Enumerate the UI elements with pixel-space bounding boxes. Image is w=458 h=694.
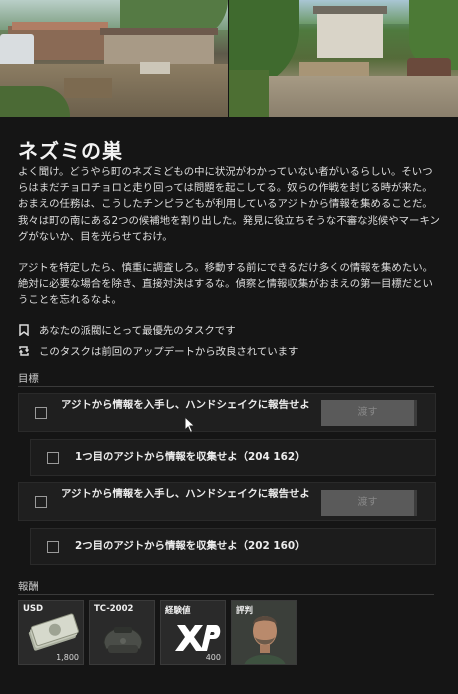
sub-objective-checkbox[interactable] [47, 541, 59, 553]
priority-info-text: あなたの派閥にとって最優先のタスクです [39, 325, 236, 337]
reward-usd[interactable]: USD 1,800 [18, 600, 84, 665]
changed-info: このタスクは前回のアップデートから改良されています [18, 343, 298, 358]
objective-row[interactable]: アジトから情報を入手し、ハンドシェイクに報告せよ 渡す [18, 393, 436, 432]
reward-quantity: 1,800 [56, 653, 79, 662]
rewards-divider [18, 594, 434, 595]
quest-title: ネズミの巣 [18, 139, 123, 163]
reward-helmet[interactable]: TC-2002 [89, 600, 155, 665]
sub-objective-row[interactable]: 1つ目のアジトから情報を収集せよ（204 162） [30, 439, 436, 476]
mouse-cursor-icon [184, 415, 196, 434]
hideout-photo-1 [0, 0, 228, 117]
hideout-photo-2 [228, 0, 458, 117]
sub-objective-row[interactable]: 2つ目のアジトから情報を収集せよ（202 160） [30, 528, 436, 565]
objective-checkbox[interactable] [35, 496, 47, 508]
quest-description-paragraph-1: よく聞け。どうやら町のネズミどもの中に状況がわかっていない者がいるらしい。そいつ… [18, 166, 440, 243]
sub-objective-text: 1つ目のアジトから情報を収集せよ（204 162） [75, 451, 306, 463]
hand-over-button[interactable]: 渡す [321, 400, 417, 426]
refresh-icon [18, 345, 30, 357]
reward-quantity: 400 [205, 653, 221, 662]
objective-text: アジトから情報を入手し、ハンドシェイクに報告せよ [61, 488, 310, 500]
rewards-heading: 報酬 [18, 581, 39, 593]
priority-info: あなたの派閥にとって最優先のタスクです [18, 322, 236, 337]
quest-hero-images [0, 0, 458, 117]
reward-label: 経験値 [165, 606, 191, 616]
objective-checkbox[interactable] [35, 407, 47, 419]
reward-reputation[interactable]: 評判 [231, 600, 297, 665]
reward-label: 評判 [236, 606, 254, 616]
hand-over-button[interactable]: 渡す [321, 490, 417, 516]
objective-row[interactable]: アジトから情報を入手し、ハンドシェイクに報告せよ 渡す [18, 482, 436, 521]
reward-label: TC-2002 [94, 604, 134, 614]
objectives-divider [18, 386, 434, 387]
reward-experience[interactable]: 経験値 400 [160, 600, 226, 665]
sub-objective-checkbox[interactable] [47, 452, 59, 464]
changed-info-text: このタスクは前回のアップデートから改良されています [39, 346, 299, 358]
reward-label: USD [23, 604, 44, 614]
bookmark-icon [18, 323, 30, 336]
objectives-heading: 目標 [18, 373, 39, 385]
objective-text: アジトから情報を入手し、ハンドシェイクに報告せよ [61, 399, 310, 411]
quest-description-paragraph-2: アジトを特定したら、慎重に調査しろ。移動する前にできるだけ多くの情報を集めたい。… [18, 262, 433, 307]
sub-objective-text: 2つ目のアジトから情報を収集せよ（202 160） [75, 540, 306, 552]
